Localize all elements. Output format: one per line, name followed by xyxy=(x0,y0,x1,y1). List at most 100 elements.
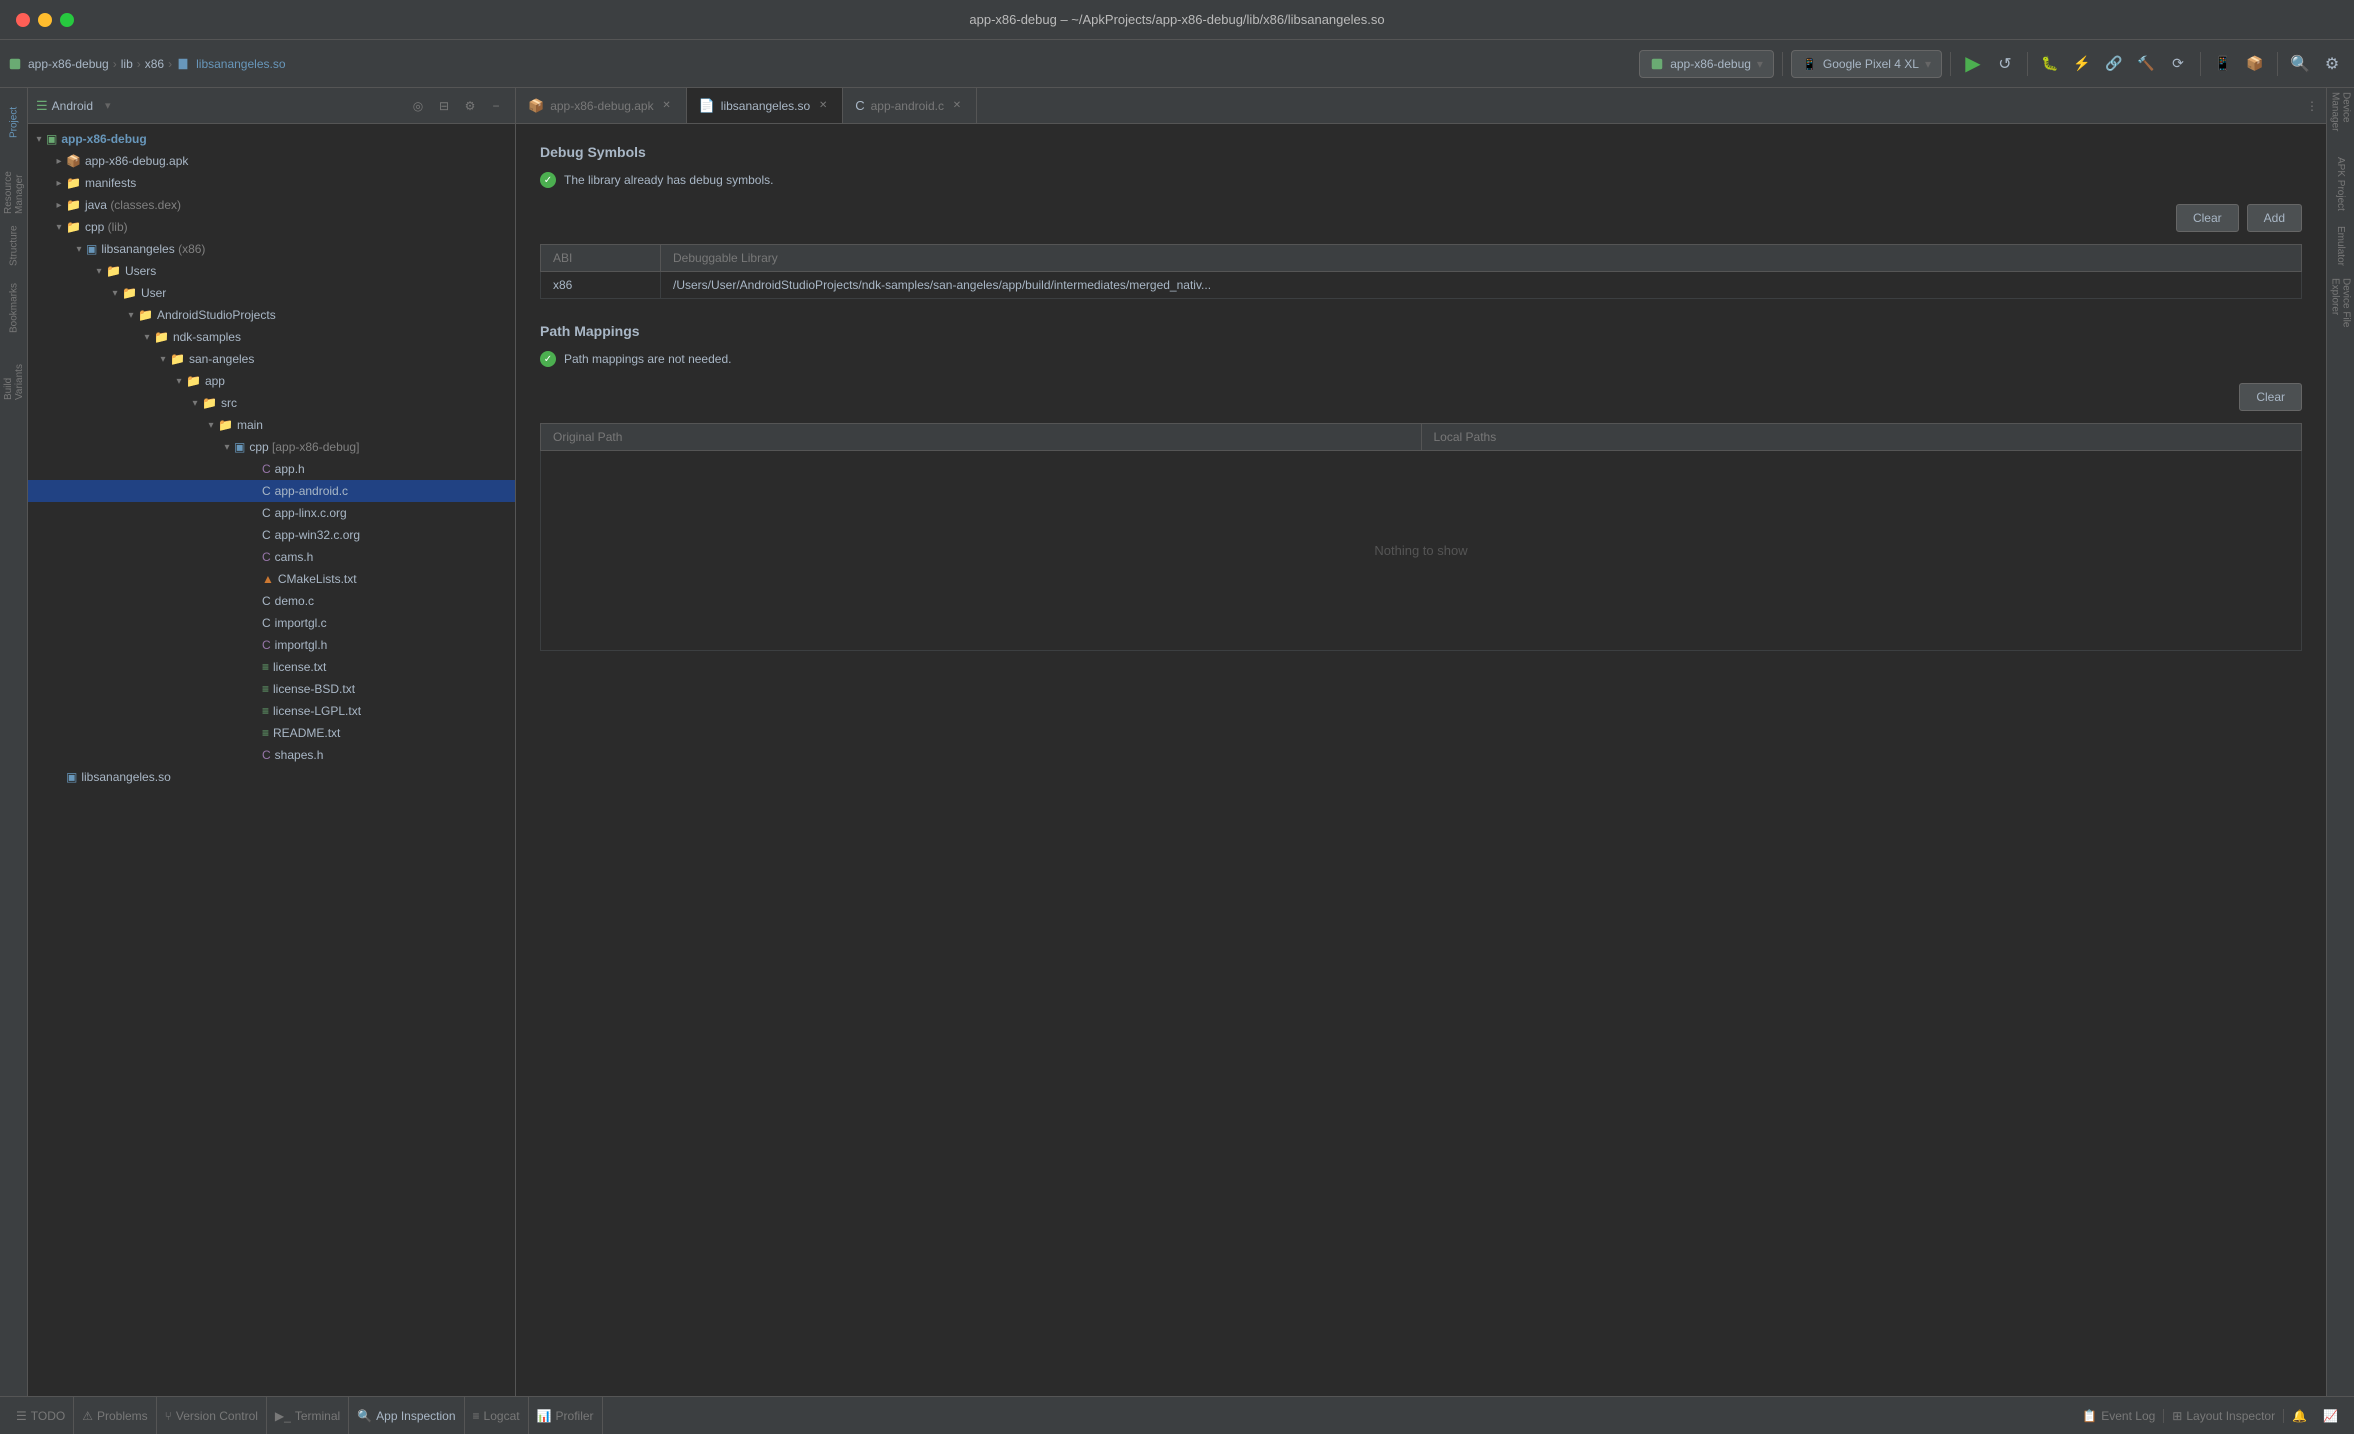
tree-item-src[interactable]: ▾ 📁 src xyxy=(28,392,515,414)
status-item-terminal[interactable]: ▶_ Terminal xyxy=(267,1397,349,1434)
tree-item-app-linx[interactable]: ▸ C app-linx.c.org xyxy=(28,502,515,524)
main-toolbar: app-x86-debug › lib › x86 › libsanangele… xyxy=(0,40,2354,88)
tab-close-android[interactable]: ✕ xyxy=(950,99,964,113)
tree-item-users[interactable]: ▾ 📁 Users xyxy=(28,260,515,282)
tree-item-cpp-module[interactable]: ▾ ▣ cpp [app-x86-debug] xyxy=(28,436,515,458)
avd-button[interactable]: 📱 xyxy=(2209,50,2237,78)
sidebar-item-bookmarks[interactable]: Bookmarks xyxy=(2,278,26,338)
tab-close-apk[interactable]: ✕ xyxy=(660,99,674,113)
path-mappings-clear-button[interactable]: Clear xyxy=(2239,383,2302,411)
status-memory[interactable]: 📈 xyxy=(2315,1409,2346,1423)
left-sidebar: Project Resource Manager Structure Bookm… xyxy=(0,88,28,1396)
sync-button[interactable]: ⟳ xyxy=(2164,50,2192,78)
status-item-app-inspection[interactable]: 🔍 App Inspection xyxy=(349,1397,464,1434)
tree-item-androidstudioprojects[interactable]: ▾ 📁 AndroidStudioProjects xyxy=(28,304,515,326)
minimize-button[interactable] xyxy=(38,13,52,27)
close-button[interactable] xyxy=(16,13,30,27)
status-notifications[interactable]: 🔔 xyxy=(2284,1409,2315,1423)
maximize-button[interactable] xyxy=(60,13,74,27)
tree-item-importgl-c[interactable]: ▸ C importgl.c xyxy=(28,612,515,634)
tree-item-readme[interactable]: ▸ ≡ README.txt xyxy=(28,722,515,744)
breadcrumb-file[interactable]: libsanangeles.so xyxy=(196,57,285,71)
status-item-profiler[interactable]: 📊 Profiler xyxy=(529,1397,603,1434)
emulator-selector[interactable]: 📱 Google Pixel 4 XL ▾ xyxy=(1791,50,1942,78)
c-file-icon-win32: C xyxy=(262,528,271,542)
tree-item-license-bsd[interactable]: ▸ ≡ license-BSD.txt xyxy=(28,678,515,700)
status-item-version-control[interactable]: ⑂ Version Control xyxy=(157,1397,267,1434)
status-right: 📋 Event Log ⊞ Layout Inspector 🔔 📈 xyxy=(2074,1409,2346,1423)
tree-content: ▾ ▣ app-x86-debug ▸ 📦 app-x86-debug.apk … xyxy=(28,124,515,1396)
sidebar-item-structure[interactable]: Structure xyxy=(2,216,26,276)
sidebar-item-build-variants[interactable]: Build Variants xyxy=(2,340,26,400)
tab-libsanangeles[interactable]: 📄 libsanangeles.so ✕ xyxy=(687,88,844,123)
status-item-logcat[interactable]: ≡ Logcat xyxy=(465,1397,529,1434)
reload-button[interactable]: ↺ xyxy=(1991,50,2019,78)
panel-title: Android xyxy=(52,99,93,113)
c-file-icon-importgl: C xyxy=(262,616,271,630)
tree-item-java[interactable]: ▸ 📁 java (classes.dex) xyxy=(28,194,515,216)
tree-item-main[interactable]: ▾ 📁 main xyxy=(28,414,515,436)
tab-close-lib[interactable]: ✕ xyxy=(816,99,830,113)
debug-row-path: /Users/User/AndroidStudioProjects/ndk-sa… xyxy=(661,272,2302,299)
tree-item-manifests[interactable]: ▸ 📁 manifests xyxy=(28,172,515,194)
tab-app-android[interactable]: C app-android.c ✕ xyxy=(843,88,977,123)
tree-item-cpp[interactable]: ▾ 📁 cpp (lib) xyxy=(28,216,515,238)
tree-item-license-txt[interactable]: ▸ ≡ license.txt xyxy=(28,656,515,678)
sidebar-item-device-file-explorer[interactable]: Device File Explorer xyxy=(2329,278,2353,338)
tree-item-ndk-samples[interactable]: ▾ 📁 ndk-samples xyxy=(28,326,515,348)
debug-symbols-row-0[interactable]: x86 /Users/User/AndroidStudioProjects/nd… xyxy=(541,272,2302,299)
tree-item-app-win32[interactable]: ▸ C app-win32.c.org xyxy=(28,524,515,546)
tree-item-user[interactable]: ▾ 📁 User xyxy=(28,282,515,304)
breadcrumb-lib[interactable]: lib xyxy=(121,57,133,71)
chevron-apk: ▸ xyxy=(52,156,66,167)
settings-button[interactable]: ⚙ xyxy=(2318,50,2346,78)
build-button[interactable]: 🔨 xyxy=(2132,50,2160,78)
sidebar-item-resource-manager[interactable]: Resource Manager xyxy=(2,154,26,214)
txt-file-icon-lgpl: ≡ xyxy=(262,704,269,718)
tree-item-importgl-h[interactable]: ▸ C importgl.h xyxy=(28,634,515,656)
status-item-problems[interactable]: ⚠ Problems xyxy=(74,1397,156,1434)
status-item-todo[interactable]: ☰ TODO xyxy=(8,1397,74,1434)
tree-item-app-h[interactable]: ▸ C app.h xyxy=(28,458,515,480)
debug-add-button[interactable]: Add xyxy=(2247,204,2302,232)
debug-clear-button[interactable]: Clear xyxy=(2176,204,2239,232)
h-file-icon-shapes: C xyxy=(262,748,271,762)
tree-item-apk[interactable]: ▸ 📦 app-x86-debug.apk xyxy=(28,150,515,172)
profile-button[interactable]: ⚡ xyxy=(2068,50,2096,78)
layout-icon: ⊞ xyxy=(2172,1409,2182,1423)
tab-more-button[interactable]: ⋮ xyxy=(2298,88,2326,123)
sidebar-item-device-manager[interactable]: Device Manager xyxy=(2329,92,2353,152)
tree-item-libsanangeles[interactable]: ▾ ▣ libsanangeles (x86) xyxy=(28,238,515,260)
status-item-event-log[interactable]: 📋 Event Log xyxy=(2074,1409,2164,1423)
tree-item-cmake[interactable]: ▸ ▲ CMakeLists.txt xyxy=(28,568,515,590)
tree-settings-button[interactable]: ⚙ xyxy=(459,95,481,117)
tree-item-shapes-h[interactable]: ▸ C shapes.h xyxy=(28,744,515,766)
tree-item-app[interactable]: ▾ 📁 app xyxy=(28,370,515,392)
tree-item-san-angeles[interactable]: ▾ 📁 san-angeles xyxy=(28,348,515,370)
locate-file-button[interactable]: ◎ xyxy=(407,95,429,117)
tree-item-demo-c[interactable]: ▸ C demo.c xyxy=(28,590,515,612)
tree-item-app-android-c[interactable]: ▸ C app-android.c xyxy=(28,480,515,502)
close-panel-button[interactable]: − xyxy=(485,95,507,117)
col-abi: ABI xyxy=(541,245,661,272)
breadcrumb-project[interactable]: app-x86-debug xyxy=(28,57,109,71)
search-button[interactable]: 🔍 xyxy=(2286,50,2314,78)
device-selector[interactable]: app-x86-debug ▾ xyxy=(1639,50,1774,78)
sidebar-item-project[interactable]: Project xyxy=(2,92,26,152)
tree-item-cams-h[interactable]: ▸ C cams.h xyxy=(28,546,515,568)
attach-button[interactable]: 🔗 xyxy=(2100,50,2128,78)
tree-item-app-x86-debug[interactable]: ▾ ▣ app-x86-debug xyxy=(28,128,515,150)
tree-item-license-lgpl[interactable]: ▸ ≡ license-LGPL.txt xyxy=(28,700,515,722)
status-label-terminal: Terminal xyxy=(295,1409,340,1423)
collapse-all-button[interactable]: ⊟ xyxy=(433,95,455,117)
sidebar-item-apk-project[interactable]: APK Project xyxy=(2329,154,2353,214)
tree-item-libsanangeles-so[interactable]: ▸ ▣ libsanangeles.so xyxy=(28,766,515,788)
debug-button[interactable]: 🐛 xyxy=(2036,50,2064,78)
sdk-button[interactable]: 📦 xyxy=(2241,50,2269,78)
breadcrumb-x86[interactable]: x86 xyxy=(145,57,164,71)
sidebar-item-emulator[interactable]: Emulator xyxy=(2329,216,2353,276)
tab-apk[interactable]: 📦 app-x86-debug.apk ✕ xyxy=(516,88,687,123)
status-item-layout-inspector[interactable]: ⊞ Layout Inspector xyxy=(2164,1409,2284,1423)
debug-status-message: The library already has debug symbols. xyxy=(564,173,773,187)
run-button[interactable]: ▶ xyxy=(1959,50,1987,78)
